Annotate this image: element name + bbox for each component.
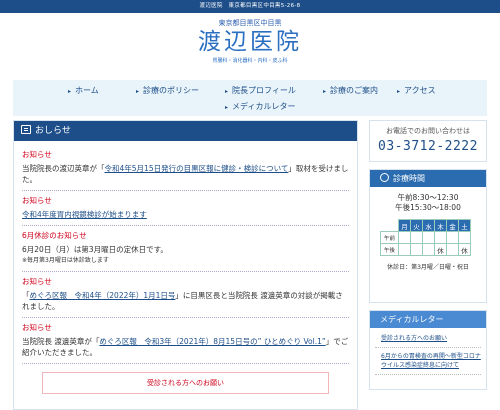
patient-notice-button[interactable]: 受診される方へのお願い	[42, 372, 329, 394]
schedule-cell	[458, 231, 471, 244]
schedule-cell: 休	[458, 243, 471, 256]
day-header: 木	[434, 219, 447, 232]
schedule-cell	[422, 243, 435, 256]
day-header: 月	[398, 219, 411, 232]
entry-title: 6月休診のお知らせ	[22, 231, 87, 240]
letter-link[interactable]: 6月からの胃検査の再開〜新型コロナウイルス感染症終息に向けて	[375, 352, 481, 375]
nav-item-access[interactable]: アクセス	[397, 85, 436, 96]
header-address: 東京都目黒区中目黒	[218, 19, 282, 27]
nav-item-policy[interactable]: 診療のポリシー	[136, 85, 199, 96]
medical-letter-box: メディカルレター 受診される方へのお願い 6月からの胃検査の再開〜新型コロナウイ…	[369, 310, 487, 390]
clock-icon	[380, 173, 389, 182]
schedule-cell	[434, 231, 447, 244]
schedule-cell	[398, 243, 411, 256]
nav-item-profile[interactable]: 院長プロフィール	[225, 85, 296, 96]
site-header: 東京都目黒区中目黒 渡辺医院 胃腸科・消化器科・内科・皮ふ科	[0, 13, 500, 77]
entry-title: お知らせ	[22, 196, 52, 205]
entry-link[interactable]: 令和4年5月15日発行の目黒区報に健診・検診について	[105, 164, 289, 173]
schedule-cell	[410, 243, 423, 256]
letter-link[interactable]: 受診される方へのお願い	[375, 334, 481, 348]
news-heading: おしらせ	[35, 126, 71, 136]
news-entry: お知らせ 当院院長の渡辺英章が「令和4年5月15日発行の目黒区報に健診・検診につ…	[22, 145, 349, 191]
entry-title: お知らせ	[22, 277, 52, 286]
phone-number[interactable]: 03-3712-2222	[370, 139, 486, 154]
nav-item-guide[interactable]: 診療のご案内	[323, 85, 378, 96]
entry-title: お知らせ	[22, 323, 52, 332]
schedule-cell	[410, 231, 423, 244]
entry-text: 当院院長 渡邊英章が「めぐろ区報 令和3年（2021年）8月15日号の” ひとめ…	[22, 337, 349, 357]
row-label: 午前	[380, 231, 399, 244]
day-header: 土	[458, 219, 471, 232]
hours-times: 午前8:30～12:30 午後15:30～18:00	[370, 193, 486, 213]
entry-text: 当院院長の渡辺英章が「令和4年5月15日発行の目黒区報に健診・検診について」取材…	[22, 164, 349, 184]
schedule-cell	[398, 231, 411, 244]
entry-text: 6月20日（月）は第3月曜日の定休日です。	[22, 245, 168, 254]
news-panel: おしらせ お知らせ 当院院長の渡辺英章が「令和4年5月15日発行の目黒区報に健診…	[13, 120, 358, 410]
entry-link[interactable]: めぐろ区報 令和4年（2022年）1月1日号	[30, 291, 176, 300]
letter-header: メディカルレター	[370, 311, 486, 328]
hours-box: 診療時間 午前8:30～12:30 午後15:30～18:00 月 火 水 木 …	[369, 169, 487, 303]
entry-title: お知らせ	[22, 150, 52, 159]
site-title[interactable]: 渡辺医院	[0, 28, 500, 56]
schedule-cell	[422, 231, 435, 244]
header-departments: 胃腸科・消化器科・内科・皮ふ科	[212, 58, 288, 64]
main-nav: ホーム 診療のポリシー 院長プロフィール 診療のご案内 アクセス メディカルレタ…	[13, 80, 487, 116]
hours-heading: 診療時間	[393, 174, 425, 183]
entry-text: 「めぐろ区報 令和4年（2022年）1月1日号」に目黒区長と当院院長 渡邊英章の…	[22, 291, 343, 311]
schedule-cell	[446, 231, 459, 244]
entry-note: ※毎月第3月曜日は休診致します	[22, 257, 109, 264]
news-header: おしらせ	[14, 121, 357, 141]
schedule-cell	[446, 243, 459, 256]
hours-am: 午前8:30～12:30	[397, 193, 459, 202]
hours-header: 診療時間	[370, 170, 486, 187]
nav-item-medical-letter[interactable]: メディカルレター	[225, 101, 295, 112]
entry-link[interactable]: 令和4年度胃内視鏡検診が始まります	[22, 209, 349, 220]
day-header: 金	[446, 219, 459, 232]
top-bar: 渡辺医院 東京都目黒区中目黒5-26-8	[0, 0, 500, 13]
hours-pm: 午後15:30～18:00	[395, 203, 461, 212]
news-entry: 6月休診のお知らせ 6月20日（月）は第3月曜日の定休日です。 ※毎月第3月曜日…	[22, 226, 349, 272]
schedule-table: 月 火 水 木 金 土 午前 午後 休 休	[380, 219, 471, 256]
day-header: 火	[410, 219, 423, 232]
holiday-note: 休診日：第3月曜／日曜・祝日	[387, 264, 469, 271]
notice-icon	[21, 125, 31, 134]
letter-heading: メディカルレター	[380, 315, 444, 324]
phone-box: お電話でのお問い合わせは 03-3712-2222	[369, 120, 487, 162]
top-bar-text: 渡辺医院 東京都目黒区中目黒5-26-8	[199, 3, 301, 9]
row-label: 午後	[380, 243, 399, 256]
nav-item-home[interactable]: ホーム	[68, 85, 99, 96]
schedule-cell: 休	[434, 243, 447, 256]
news-entry: お知らせ 「めぐろ区報 令和4年（2022年）1月1日号」に目黒区長と当院院長 …	[22, 272, 349, 318]
news-entry: お知らせ 当院院長 渡邊英章が「めぐろ区報 令和3年（2021年）8月15日号の…	[22, 318, 349, 364]
entry-link[interactable]: めぐろ区報 令和3年（2021年）8月15日号の” ひとめぐり Vol.1”	[99, 337, 325, 346]
phone-label: お電話でのお問い合わせは	[386, 127, 470, 135]
day-header: 水	[422, 219, 435, 232]
news-entry: お知らせ 令和4年度胃内視鏡検診が始まります	[22, 191, 349, 226]
sidebar: お電話でのお問い合わせは 03-3712-2222 診療時間 午前8:30～12…	[369, 120, 487, 390]
